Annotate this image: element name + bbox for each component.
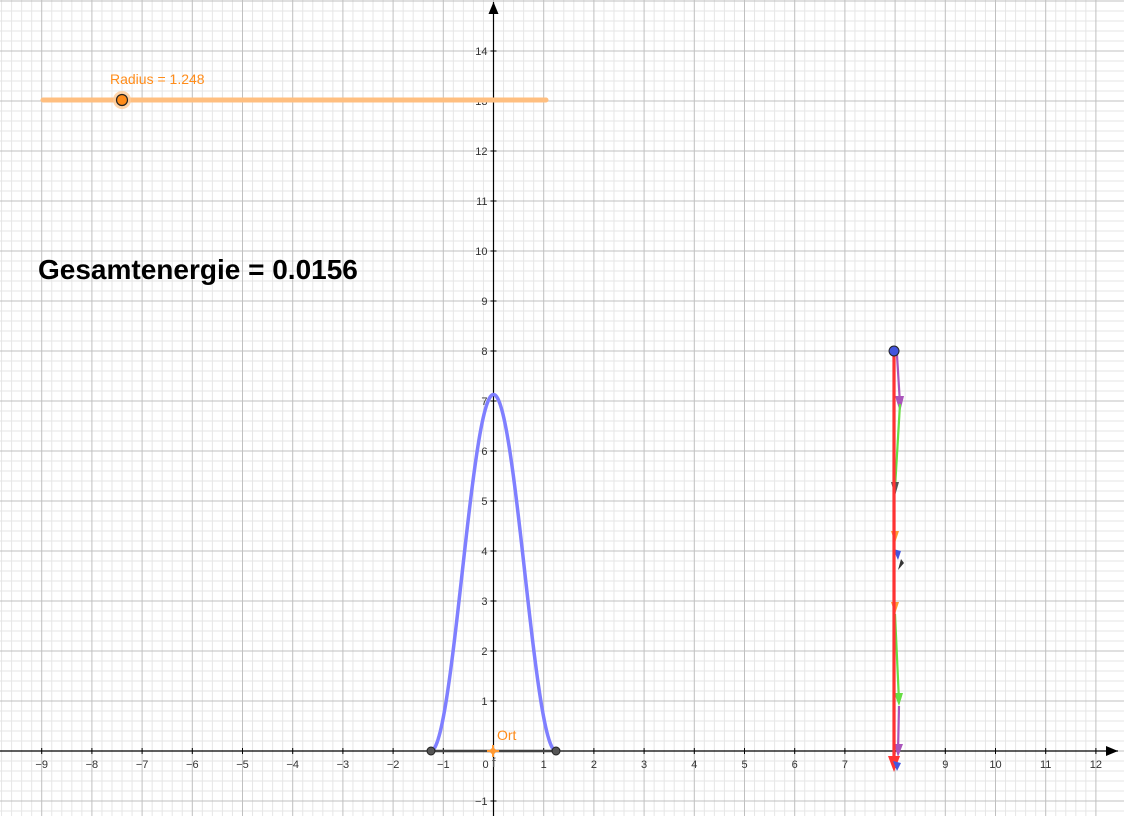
slider-label: Radius = 1.248 xyxy=(110,71,205,87)
y-tick-label: 9 xyxy=(481,296,487,308)
y-tick-label: 12 xyxy=(475,146,487,158)
x-tick-label: 11 xyxy=(1040,759,1051,771)
function-label: f xyxy=(492,755,496,770)
y-tick-label: −1 xyxy=(475,796,488,808)
right-endpoint[interactable] xyxy=(551,746,561,756)
ort-label: Ort xyxy=(497,727,517,743)
minor-grid xyxy=(0,0,1124,816)
x-tick-label: 0 xyxy=(482,759,488,771)
y-tick-label: 14 xyxy=(475,46,487,58)
y-tick-label: 1 xyxy=(481,696,487,708)
x-tick-label: −7 xyxy=(136,759,149,771)
x-tick-label: 6 xyxy=(792,759,798,771)
x-tick-label: 4 xyxy=(691,759,697,771)
y-tick-label: 6 xyxy=(481,446,487,458)
left-endpoint[interactable] xyxy=(426,746,436,756)
y-tick-label: 4 xyxy=(481,546,487,558)
x-tick-label: 7 xyxy=(842,759,848,771)
coordinate-axes xyxy=(0,2,1118,816)
x-axis-arrow-icon xyxy=(1106,746,1118,756)
radius-slider[interactable]: Radius = 1.248 xyxy=(40,71,549,109)
y-tick-label: 5 xyxy=(481,496,487,508)
x-tick-label: 10 xyxy=(989,759,1001,771)
x-tick-label: −3 xyxy=(337,759,350,771)
energy-readout: Gesamtenergie = 0.0156 xyxy=(38,254,358,285)
x-tick-label: −4 xyxy=(286,759,299,771)
x-tick-label: 1 xyxy=(541,759,547,771)
y-tick-label: 8 xyxy=(481,346,487,358)
x-tick-label: −1 xyxy=(437,759,450,771)
graphics-view[interactable]: −9−8−7−6−5−4−3−2−10123456789101112 −1123… xyxy=(0,0,1124,816)
x-tick-label: −5 xyxy=(236,759,249,771)
y-axis-arrow-icon xyxy=(488,2,499,14)
x-tick-label: −8 xyxy=(86,759,99,771)
y-tick-label: 3 xyxy=(481,596,487,608)
x-tick-label: 3 xyxy=(641,759,647,771)
x-tick-label: 2 xyxy=(591,759,597,771)
green-vector-upper xyxy=(893,403,902,489)
circle-handle-icon[interactable] xyxy=(115,93,129,107)
y-tick-label: 2 xyxy=(481,646,487,658)
x-tick-label: 12 xyxy=(1090,759,1102,771)
point-icon[interactable] xyxy=(888,345,900,357)
ort-point-dot[interactable] xyxy=(490,748,496,754)
x-tick-label: −6 xyxy=(186,759,199,771)
y-tick-label: 10 xyxy=(475,246,487,258)
x-tick-label: −2 xyxy=(387,759,400,771)
vector-stack[interactable] xyxy=(888,345,904,772)
x-tick-label: 5 xyxy=(741,759,747,771)
y-tick-label: 11 xyxy=(476,196,487,208)
x-tick-label: 9 xyxy=(942,759,948,771)
x-tick-label: −9 xyxy=(35,759,48,771)
